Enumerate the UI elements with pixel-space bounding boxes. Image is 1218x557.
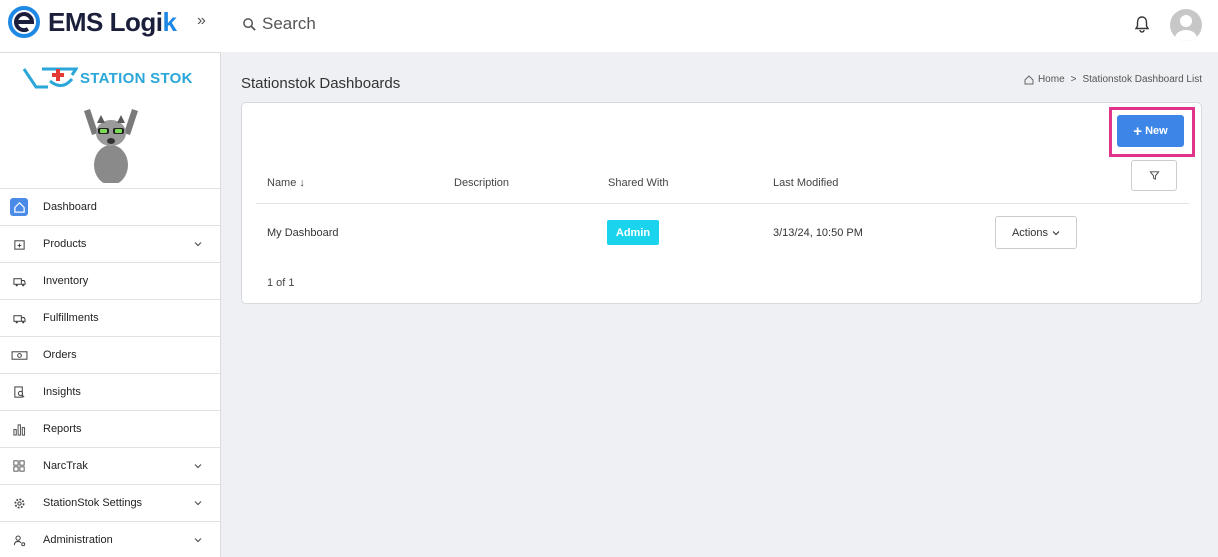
search-bar[interactable]: Search	[242, 14, 316, 34]
chevron-down-icon[interactable]	[193, 239, 203, 249]
truck-icon	[10, 272, 28, 290]
home-icon	[10, 198, 28, 216]
chevron-down-icon[interactable]	[193, 498, 203, 508]
truck-icon	[10, 309, 28, 327]
station-stok-brand: STATION STOK	[0, 53, 220, 189]
new-dashboard-button[interactable]: + New	[1117, 115, 1184, 147]
chevron-down-icon	[1052, 230, 1060, 235]
station-stok-logo: STATION STOK	[22, 65, 193, 91]
sidebar-item-products[interactable]: Products	[0, 226, 220, 263]
breadcrumb-home-link[interactable]: Home	[1038, 74, 1065, 85]
bar-chart-icon	[10, 420, 28, 438]
top-bar: EMS Logik » Search	[0, 0, 1218, 52]
column-header-name[interactable]: Name ↓	[267, 177, 305, 189]
sidebar-item-label: Insights	[43, 386, 81, 398]
grid-icon	[10, 457, 28, 475]
search-icon	[243, 17, 256, 31]
sidebar-item-label: Reports	[43, 423, 82, 435]
sidebar-item-label: StationStok Settings	[43, 497, 143, 509]
sidebar-item-administration[interactable]: Administration	[0, 522, 220, 557]
ems-logo-icon	[8, 6, 40, 38]
brand-name: STATION STOK	[80, 69, 193, 87]
breadcrumb-separator: >	[1070, 74, 1077, 85]
sidebar-item-inventory[interactable]: Inventory	[0, 263, 220, 300]
actions-dropdown-button[interactable]: Actions	[995, 216, 1077, 249]
table-header-divider	[256, 203, 1189, 204]
column-header-shared-with[interactable]: Shared With	[608, 177, 669, 189]
station-stok-logo-icon	[22, 67, 78, 89]
sidebar-item-label: Orders	[43, 349, 77, 361]
notification-bell-icon[interactable]	[1134, 15, 1150, 33]
last-modified-value: 3/13/24, 10:50 PM	[773, 227, 863, 239]
sidebar-item-label: Dashboard	[43, 201, 97, 213]
sidebar-item-label: Inventory	[43, 275, 89, 287]
chevron-down-icon[interactable]	[193, 461, 203, 471]
sidebar-item-dashboard[interactable]: Dashboard	[0, 189, 220, 226]
report-search-icon	[10, 383, 28, 401]
user-avatar-icon	[1175, 15, 1197, 41]
money-icon	[10, 346, 28, 364]
home-icon	[1024, 74, 1034, 84]
sidebar-item-label: NarcTrak	[43, 460, 88, 472]
sidebar-item-narctrak[interactable]: NarcTrak	[0, 448, 220, 485]
logo-text: EMS Logik	[48, 6, 177, 37]
sidebar-item-insights[interactable]: Insights	[0, 374, 220, 411]
sidebar-item-reports[interactable]: Reports	[0, 411, 220, 448]
ems-logik-logo[interactable]: EMS Logik	[6, 5, 177, 39]
sidebar-item-stationstok-settings[interactable]: StationStok Settings	[0, 485, 220, 522]
search-input[interactable]: Search	[262, 14, 316, 34]
box-icon	[10, 235, 28, 253]
dashboard-list-card: + New Name ↓ Description Shared With Las…	[241, 102, 1202, 304]
plus-icon: +	[1133, 122, 1143, 140]
sidebar-item-orders[interactable]: Orders	[0, 337, 220, 374]
sidebar-item-fulfillments[interactable]: Fulfillments	[0, 300, 220, 337]
pagination-info: 1 of 1	[267, 277, 295, 289]
breadcrumb: Home > Stationstok Dashboard List	[1024, 74, 1202, 85]
sidebar-item-label: Products	[43, 238, 87, 250]
sidebar: STATION STOK Dashboard Products Inventor…	[0, 52, 221, 557]
sidebar-item-label: Fulfillments	[43, 312, 99, 324]
new-button-label: New	[1145, 125, 1168, 137]
column-header-description[interactable]: Description	[454, 177, 509, 189]
gear-icon	[10, 494, 28, 512]
expand-sidebar-icon[interactable]: »	[197, 12, 206, 30]
user-admin-icon	[10, 531, 28, 549]
filter-icon	[1148, 171, 1160, 180]
chevron-down-icon[interactable]	[193, 535, 203, 545]
shared-with-badge: Admin	[607, 220, 659, 245]
dashboard-name-link[interactable]: My Dashboard	[267, 227, 339, 239]
raccoon-mascot-icon	[84, 109, 138, 183]
column-header-last-modified[interactable]: Last Modified	[773, 177, 838, 189]
actions-label: Actions	[1011, 226, 1049, 239]
breadcrumb-current: Stationstok Dashboard List	[1082, 74, 1202, 85]
page-title: Stationstok Dashboards	[241, 75, 401, 92]
filter-button[interactable]	[1131, 160, 1177, 191]
user-avatar[interactable]	[1170, 9, 1202, 41]
sidebar-item-label: Administration	[43, 534, 113, 546]
